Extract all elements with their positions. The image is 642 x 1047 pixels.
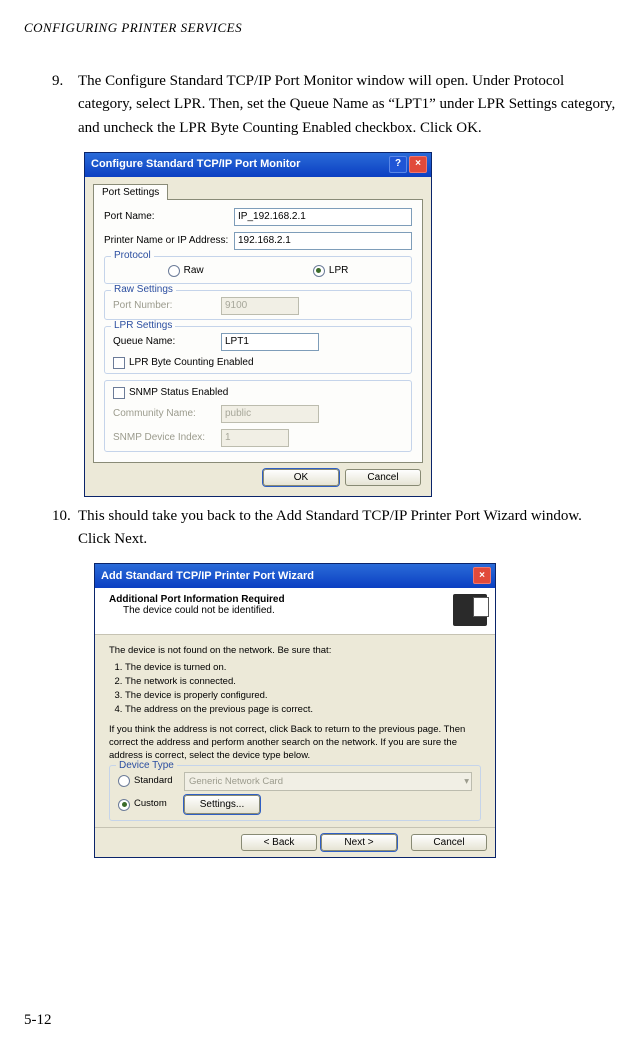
close-icon[interactable]: × [473, 567, 491, 584]
wizard-head: Additional Port Information Required The… [95, 588, 495, 635]
dialog-title: Add Standard TCP/IP Printer Port Wizard [101, 570, 471, 582]
ip-address-label: Printer Name or IP Address: [104, 235, 234, 246]
step-number: 9. [52, 70, 78, 140]
printer-port-wizard-dialog: Add Standard TCP/IP Printer Port Wizard … [94, 563, 496, 858]
step-number: 10. [52, 505, 78, 552]
list-item: The network is connected. [125, 676, 481, 689]
lpr-byte-label: LPR Byte Counting Enabled [129, 357, 254, 368]
custom-radio[interactable]: Custom [118, 798, 178, 811]
wizard-intro: The device is not found on the network. … [109, 645, 481, 658]
step-9: 9. The Configure Standard TCP/IP Port Mo… [52, 70, 618, 140]
port-name-label: Port Name: [104, 211, 234, 222]
radio-icon [118, 775, 130, 787]
tab-port-settings[interactable]: Port Settings [93, 184, 168, 200]
protocol-raw-radio[interactable]: Raw [168, 265, 204, 277]
step-text: This should take you back to the Add Sta… [78, 505, 618, 552]
radio-label: LPR [329, 265, 348, 276]
wizard-head-sub: The device could not be identified. [123, 605, 449, 616]
close-icon[interactable]: × [409, 156, 427, 173]
port-number-label: Port Number: [113, 300, 221, 311]
step-10: 10. This should take you back to the Add… [52, 505, 618, 552]
radio-label: Standard [134, 775, 173, 788]
radio-icon [168, 265, 180, 277]
standard-radio[interactable]: Standard [118, 775, 178, 788]
page-number: 5-12 [24, 1012, 52, 1029]
protocol-group-label: Protocol [111, 250, 154, 261]
cancel-button[interactable]: Cancel [411, 834, 487, 851]
ip-address-input[interactable]: 192.168.2.1 [234, 232, 412, 250]
step-text: The Configure Standard TCP/IP Port Monit… [78, 70, 618, 140]
radio-icon [118, 799, 130, 811]
wizard-head-title: Additional Port Information Required [109, 594, 449, 605]
dialog-title: Configure Standard TCP/IP Port Monitor [91, 158, 387, 170]
port-name-input[interactable]: IP_192.168.2.1 [234, 208, 412, 226]
snmp-checkbox[interactable] [113, 387, 125, 399]
standard-select: Generic Network Card [184, 772, 472, 791]
back-button[interactable]: < Back [241, 834, 317, 851]
snmp-label: SNMP Status Enabled [129, 387, 228, 398]
radio-label: Raw [184, 265, 204, 276]
lpr-settings-group-label: LPR Settings [111, 320, 175, 331]
next-button[interactable]: Next > [321, 834, 397, 851]
radio-icon [313, 265, 325, 277]
snmp-index-input: 1 [221, 429, 289, 447]
help-icon[interactable]: ? [389, 156, 407, 173]
community-name-label: Community Name: [113, 408, 221, 419]
list-item: The device is turned on. [125, 662, 481, 675]
queue-name-label: Queue Name: [113, 336, 221, 347]
device-type-group-label: Device Type [116, 759, 177, 773]
dialog-titlebar[interactable]: Configure Standard TCP/IP Port Monitor ?… [85, 153, 431, 177]
cancel-button[interactable]: Cancel [345, 469, 421, 486]
wizard-checklist: The device is turned on. The network is … [109, 662, 481, 716]
dialog-titlebar[interactable]: Add Standard TCP/IP Printer Port Wizard … [95, 564, 495, 588]
running-head: CONFIGURING PRINTER SERVICES [24, 20, 618, 36]
printer-icon [453, 594, 487, 626]
radio-label: Custom [134, 798, 167, 811]
snmp-index-label: SNMP Device Index: [113, 432, 221, 443]
port-number-input: 9100 [221, 297, 299, 315]
list-item: The address on the previous page is corr… [125, 704, 481, 717]
lpr-byte-checkbox[interactable] [113, 357, 125, 369]
settings-button[interactable]: Settings... [184, 795, 260, 815]
queue-name-input[interactable]: LPT1 [221, 333, 319, 351]
ok-button[interactable]: OK [263, 469, 339, 486]
wizard-paragraph: If you think the address is not correct,… [109, 724, 481, 762]
protocol-lpr-radio[interactable]: LPR [313, 265, 348, 277]
list-item: The device is properly configured. [125, 690, 481, 703]
configure-port-dialog: Configure Standard TCP/IP Port Monitor ?… [84, 152, 432, 497]
community-name-input: public [221, 405, 319, 423]
raw-settings-group-label: Raw Settings [111, 284, 176, 295]
